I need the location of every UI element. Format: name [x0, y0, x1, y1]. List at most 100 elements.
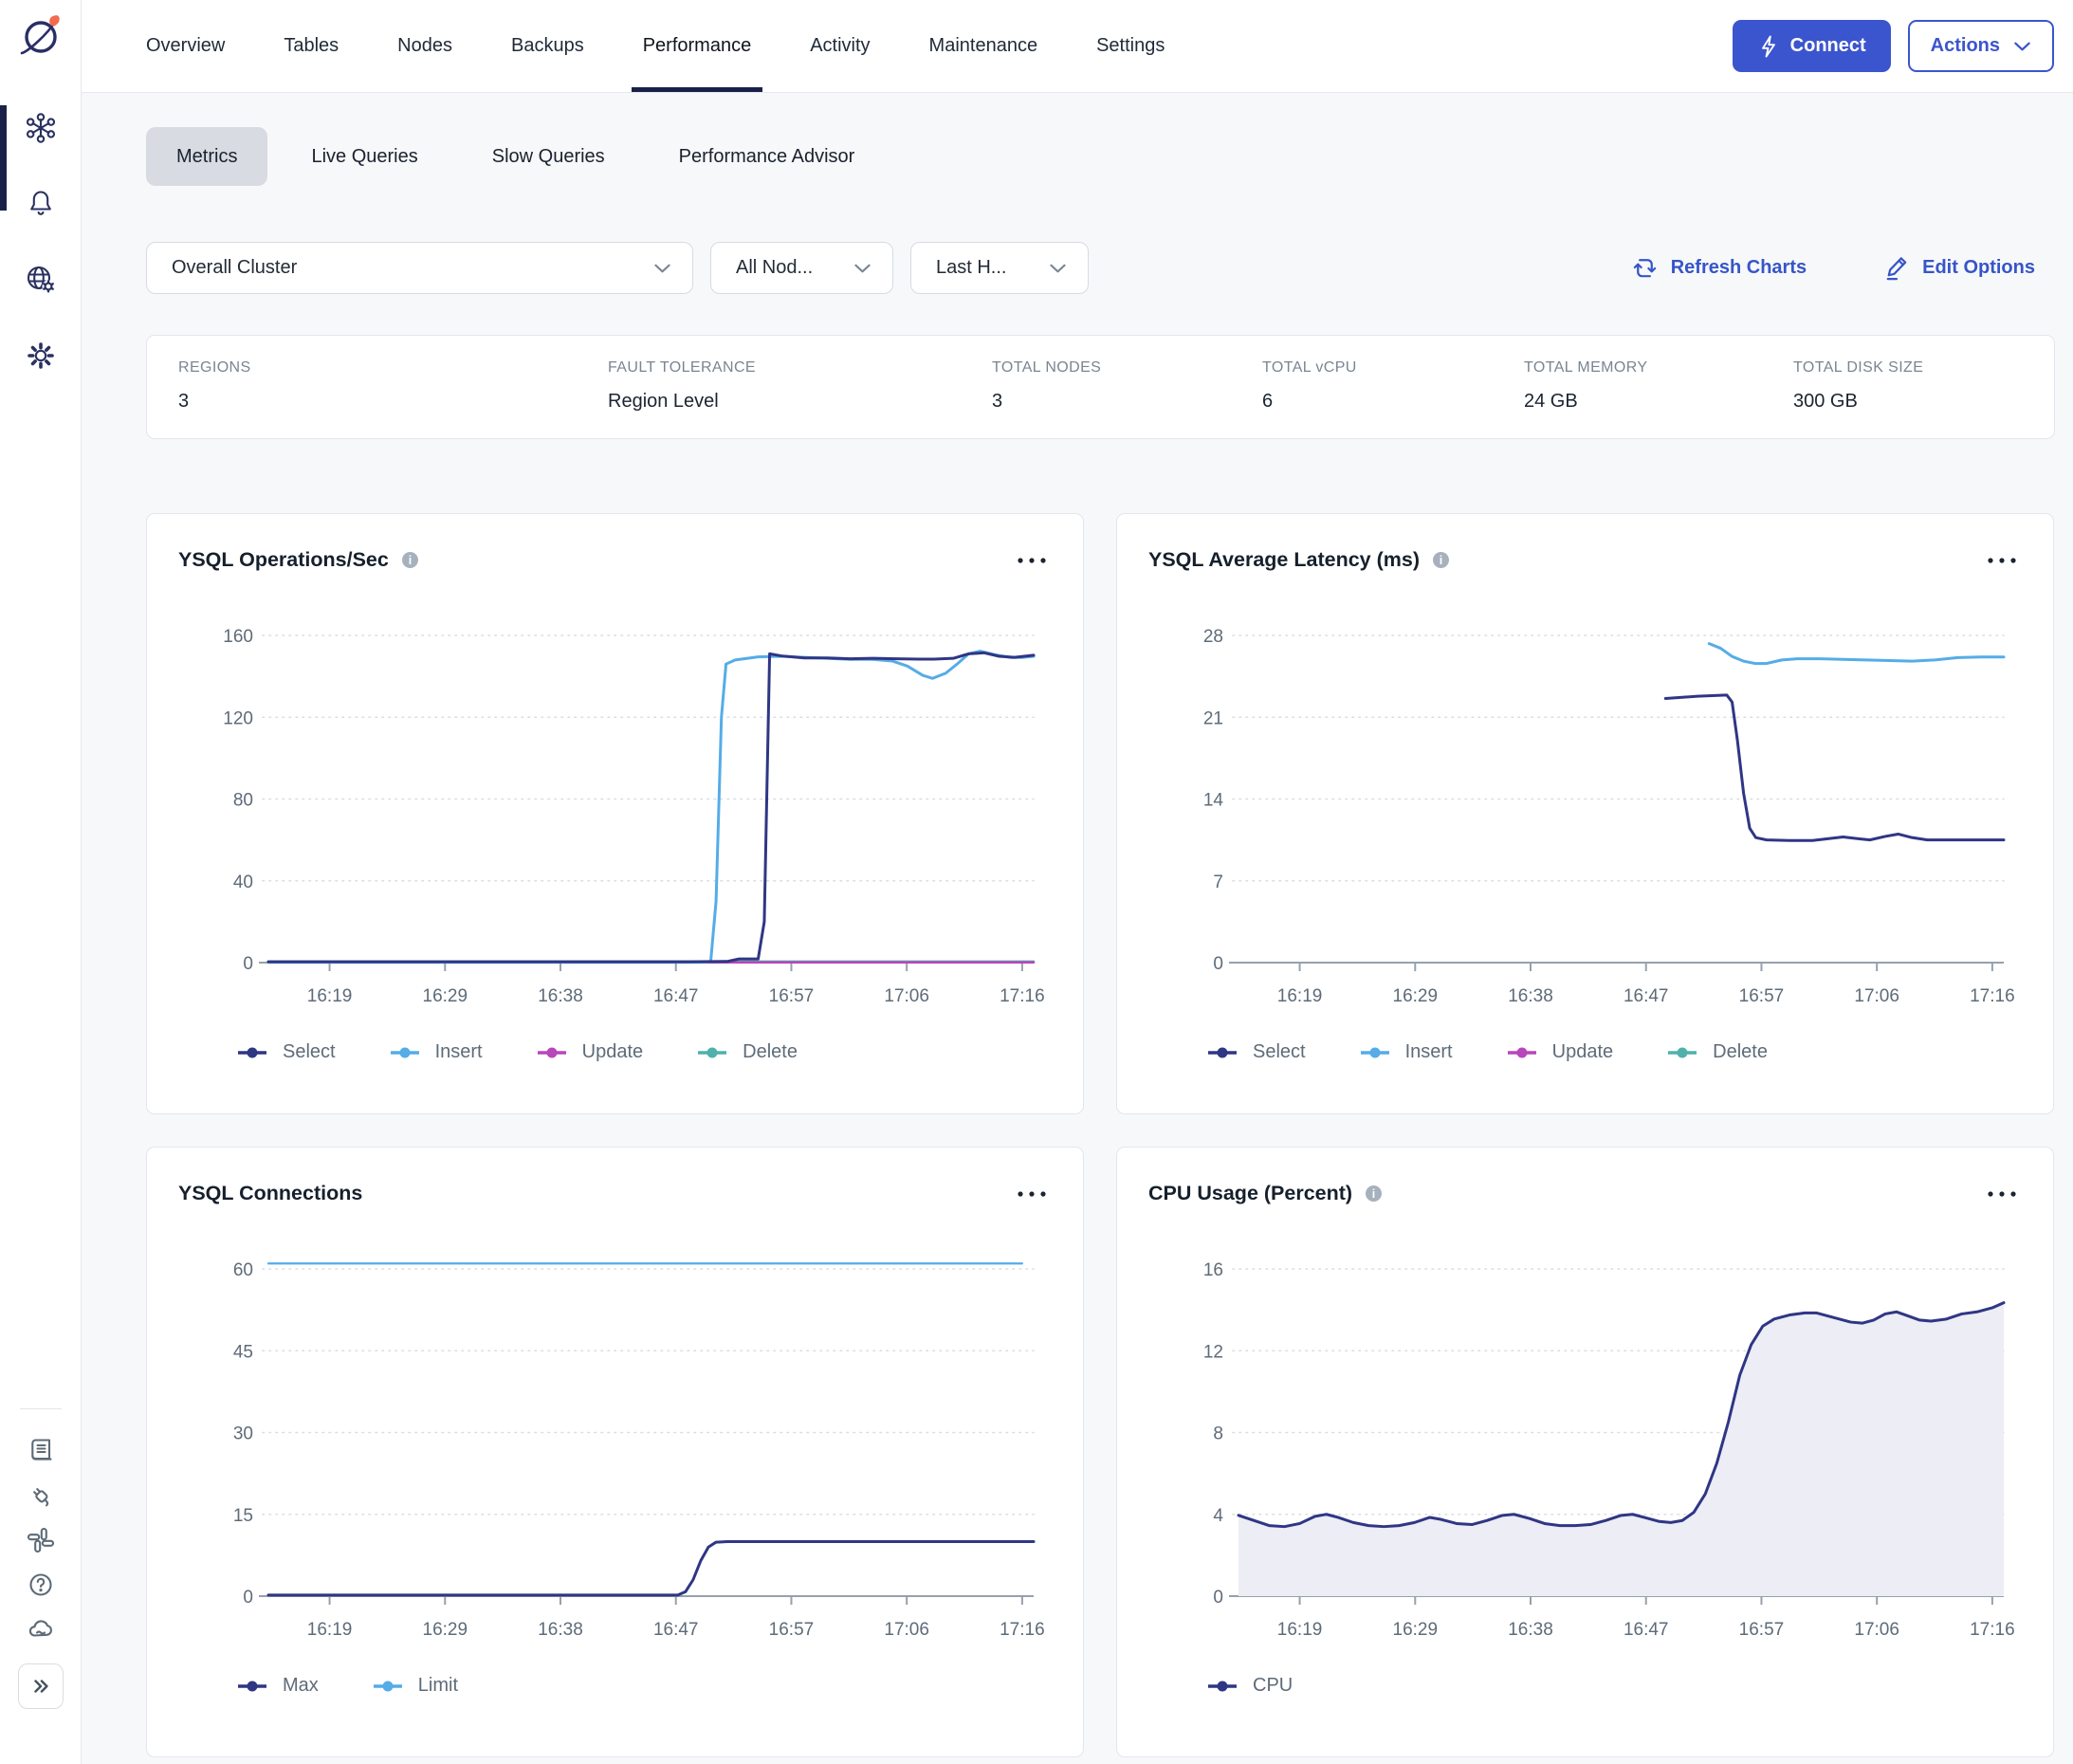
legend-item-select[interactable]: Select	[1208, 1041, 1306, 1063]
svg-text:16:47: 16:47	[1624, 986, 1669, 1006]
cloud-status-icon[interactable]	[27, 1615, 55, 1644]
legend-label: Select	[283, 1041, 336, 1063]
legend-item-limit[interactable]: Limit	[374, 1675, 458, 1697]
legend-item-select[interactable]: Select	[238, 1041, 336, 1063]
legend-swatch	[538, 1047, 566, 1058]
stat-label: FAULT TOLERANCE	[608, 359, 992, 377]
chart-card-cpu-usage: CPU Usage (Percent) i 048121616:1916:291…	[1116, 1147, 2054, 1757]
svg-text:16:19: 16:19	[307, 1620, 353, 1640]
time-range-select[interactable]: Last H...	[910, 242, 1089, 294]
chart-title: YSQL Operations/Sec	[178, 548, 389, 572]
clusters-icon[interactable]	[25, 112, 57, 144]
svg-text:17:06: 17:06	[884, 986, 929, 1006]
legend-swatch	[238, 1047, 266, 1058]
tab-nodes[interactable]: Nodes	[386, 0, 464, 92]
nodes-select[interactable]: All Nod...	[710, 242, 893, 294]
legend-swatch	[1208, 1681, 1237, 1692]
chevron-down-icon	[653, 263, 671, 274]
svg-text:30: 30	[233, 1424, 253, 1444]
expand-sidebar-button[interactable]	[18, 1663, 64, 1709]
subtab-performance-advisor[interactable]: Performance Advisor	[649, 127, 886, 186]
yugabyte-logo[interactable]	[15, 9, 66, 63]
svg-text:16:38: 16:38	[1508, 1620, 1553, 1640]
svg-text:16:38: 16:38	[1508, 986, 1553, 1006]
info-icon[interactable]: i	[1431, 550, 1451, 570]
svg-text:16:57: 16:57	[769, 1620, 815, 1640]
legend-label: Delete	[743, 1041, 798, 1063]
stat-regions: REGIONS 3	[178, 359, 608, 438]
tab-overview[interactable]: Overview	[135, 0, 236, 92]
svg-text:16:19: 16:19	[1277, 1620, 1323, 1640]
stat-label: REGIONS	[178, 359, 608, 377]
subtab-slow-queries[interactable]: Slow Queries	[462, 127, 635, 186]
help-question-icon[interactable]	[27, 1571, 55, 1599]
legend-item-insert[interactable]: Insert	[391, 1041, 483, 1063]
edit-options-link[interactable]: Edit Options	[1882, 254, 2035, 282]
chart-menu-button[interactable]	[1012, 1183, 1052, 1204]
svg-text:0: 0	[1213, 954, 1223, 974]
svg-text:0: 0	[243, 954, 253, 974]
slack-icon[interactable]	[27, 1526, 55, 1554]
chart-menu-button[interactable]	[1982, 549, 2022, 571]
chevron-down-icon	[853, 263, 871, 274]
docs-book-icon[interactable]	[27, 1437, 55, 1465]
performance-subtabs: MetricsLive QueriesSlow QueriesPerforman…	[146, 127, 2054, 186]
actions-button[interactable]: Actions	[1908, 20, 2054, 72]
info-icon[interactable]: i	[1364, 1184, 1384, 1204]
stat-value: 6	[1262, 391, 1524, 413]
metrics-filters: Overall Cluster All Nod... Last H... Ref…	[146, 242, 2054, 294]
charts-grid: YSQL Operations/Sec i 0408012016016:1916…	[146, 513, 2055, 1757]
svg-text:16:38: 16:38	[538, 986, 583, 1006]
legend-item-update[interactable]: Update	[538, 1041, 644, 1063]
stat-total-nodes: TOTAL NODES3	[992, 359, 1262, 438]
legend-item-delete[interactable]: Delete	[698, 1041, 798, 1063]
connect-button[interactable]: Connect	[1733, 20, 1891, 72]
chart-menu-button[interactable]	[1012, 549, 1052, 571]
subtab-live-queries[interactable]: Live Queries	[281, 127, 448, 186]
stat-value: 300 GB	[1793, 391, 2054, 413]
info-icon[interactable]: i	[400, 550, 420, 570]
svg-text:16:47: 16:47	[653, 986, 699, 1006]
tab-maintenance[interactable]: Maintenance	[918, 0, 1050, 92]
svg-text:17:16: 17:16	[1970, 986, 2015, 1006]
legend-label: Update	[1552, 1041, 1614, 1063]
tab-performance[interactable]: Performance	[632, 0, 763, 92]
tab-activity[interactable]: Activity	[798, 0, 881, 92]
chart-menu-button[interactable]	[1982, 1183, 2022, 1204]
chart-title: YSQL Average Latency (ms)	[1148, 548, 1420, 572]
stat-value: 3	[178, 391, 608, 413]
refresh-charts-link[interactable]: Refresh Charts	[1631, 254, 1807, 282]
legend-item-update[interactable]: Update	[1508, 1041, 1614, 1063]
chart-legend: CPU	[1117, 1675, 2053, 1697]
legend-item-insert[interactable]: Insert	[1361, 1041, 1453, 1063]
stat-label: TOTAL vCPU	[1262, 359, 1524, 377]
legend-label: Update	[582, 1041, 644, 1063]
legend-item-cpu[interactable]: CPU	[1208, 1675, 1293, 1697]
tab-tables[interactable]: Tables	[272, 0, 350, 92]
svg-text:21: 21	[1203, 708, 1223, 728]
ysql-operations-chart: 0408012016016:1916:2916:3816:4716:5717:0…	[147, 580, 1084, 1017]
tab-backups[interactable]: Backups	[500, 0, 596, 92]
chart-card-ysql-operations: YSQL Operations/Sec i 0408012016016:1916…	[146, 513, 1084, 1114]
refresh-icon	[1631, 254, 1659, 282]
stat-value: 3	[992, 391, 1262, 413]
stat-label: TOTAL DISK SIZE	[1793, 359, 2054, 377]
cluster-scope-select[interactable]: Overall Cluster	[146, 242, 693, 294]
legend-swatch	[238, 1681, 266, 1692]
legend-label: Max	[283, 1675, 319, 1697]
sidebar-divider	[20, 1408, 62, 1409]
svg-text:28: 28	[1203, 627, 1223, 647]
legend-item-delete[interactable]: Delete	[1668, 1041, 1768, 1063]
network-globe-gear-icon[interactable]	[25, 264, 57, 296]
subtab-metrics[interactable]: Metrics	[146, 127, 267, 186]
alerts-bell-icon[interactable]	[25, 188, 57, 220]
legend-item-max[interactable]: Max	[238, 1675, 319, 1697]
tab-settings[interactable]: Settings	[1085, 0, 1176, 92]
settings-gear-icon[interactable]	[25, 340, 57, 372]
legend-swatch	[1508, 1047, 1536, 1058]
chevron-down-icon	[1049, 263, 1067, 274]
pencil-icon	[1882, 254, 1910, 282]
integrations-plug-icon[interactable]	[27, 1481, 55, 1510]
legend-label: CPU	[1253, 1675, 1293, 1697]
legend-label: Delete	[1713, 1041, 1768, 1063]
